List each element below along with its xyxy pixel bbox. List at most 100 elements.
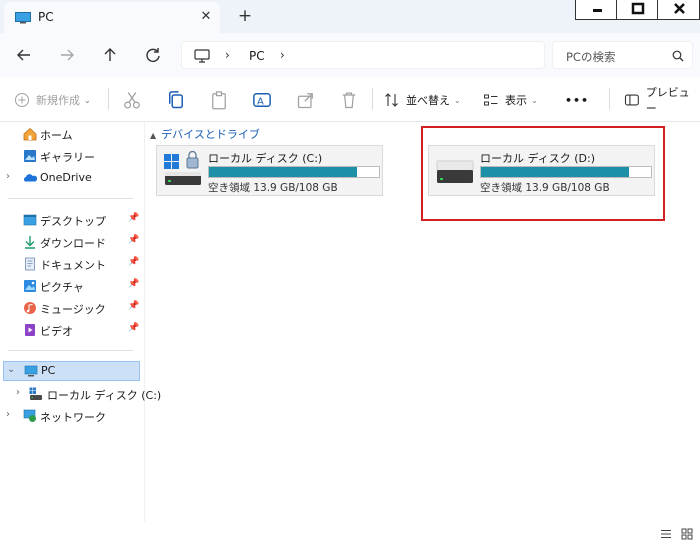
video-icon: [25, 324, 35, 336]
command-bar: 新規作成 ⌄ A 並べ替え ⌄ 表示 ⌄ ••• プレビュー: [0, 77, 700, 122]
sort-button[interactable]: 並べ替え ⌄: [384, 90, 461, 110]
rename-icon[interactable]: A: [252, 90, 272, 110]
chevron-down-icon: ⌄: [454, 95, 461, 105]
download-icon: [25, 236, 35, 249]
pc-icon: [24, 365, 38, 377]
nav-item-local-disk-c[interactable]: › ローカル ディスク (C:): [0, 384, 161, 404]
pin-icon[interactable]: 📌: [128, 279, 139, 289]
drive-tile-c[interactable]: ローカル ディスク (C:) 空き領域 13.9 GB/108 GB: [156, 145, 383, 196]
nav-label: デスクトップ: [40, 215, 106, 228]
title-bar: PC ✕ +: [0, 0, 700, 33]
divider: [108, 88, 109, 110]
nav-item-videos[interactable]: ビデオ 📌: [0, 320, 145, 340]
nav-item-home[interactable]: ホーム: [0, 124, 145, 144]
nav-label: ビデオ: [40, 325, 73, 338]
nav-item-music[interactable]: ミュージック 📌: [0, 298, 145, 318]
document-icon: [25, 257, 35, 271]
paste-icon[interactable]: [209, 90, 229, 110]
share-icon[interactable]: [296, 90, 316, 110]
maximize-icon: [631, 2, 645, 15]
view-list-icon: [484, 94, 498, 106]
breadcrumb-pc[interactable]: PC: [249, 49, 265, 63]
nav-item-pictures[interactable]: ピクチャ 📌: [0, 276, 145, 296]
chevron-right-icon[interactable]: ›: [6, 171, 10, 182]
drive-usage-fill: [209, 167, 357, 177]
close-icon: [674, 3, 685, 14]
forward-arrow-icon[interactable]: [56, 44, 78, 66]
close-tab-icon[interactable]: ✕: [197, 8, 215, 26]
new-tab-button[interactable]: +: [235, 6, 255, 26]
search-box[interactable]: PCの検索: [552, 41, 693, 69]
copy-icon[interactable]: [166, 90, 186, 110]
drive-name: ローカル ディスク (C:): [208, 152, 323, 165]
nav-item-desktop[interactable]: デスクトップ 📌: [0, 210, 145, 230]
svg-text:A: A: [257, 96, 264, 107]
cut-icon[interactable]: [122, 90, 142, 110]
group-title: デバイスとドライブ: [161, 128, 260, 141]
preview-pane-icon: [624, 94, 639, 106]
nav-item-pc[interactable]: ⌄ PC: [3, 361, 140, 381]
maximize-button[interactable]: [616, 0, 658, 20]
chevron-down-icon[interactable]: ⌄: [7, 364, 15, 375]
nav-divider: [8, 198, 133, 199]
nav-item-downloads[interactable]: ダウンロード 📌: [0, 232, 145, 252]
chevron-right-icon[interactable]: ›: [6, 409, 10, 420]
nav-label: ギャラリー: [40, 151, 95, 164]
chevron-right-icon[interactable]: ›: [16, 387, 20, 398]
nav-label: ドキュメント: [40, 259, 106, 272]
close-window-button[interactable]: [657, 0, 700, 20]
nav-label: PC: [41, 364, 56, 377]
address-bar[interactable]: › PC ›: [181, 41, 545, 69]
navigation-pane: ホーム ギャラリー › OneDrive デスクトップ 📌 ダウンロード 📌 ド…: [0, 122, 161, 522]
refresh-icon[interactable]: [142, 44, 164, 66]
monitor-icon: [194, 49, 210, 63]
chevron-right-icon[interactable]: ›: [225, 48, 230, 62]
pin-icon[interactable]: 📌: [128, 213, 139, 223]
nav-item-documents[interactable]: ドキュメント 📌: [0, 254, 145, 274]
details-view-icon[interactable]: [660, 528, 672, 540]
new-label: 新規作成: [36, 94, 80, 107]
system-drive-icon: [164, 151, 201, 185]
preview-button[interactable]: プレビュー: [624, 86, 700, 115]
more-icon: •••: [565, 93, 590, 107]
pin-icon[interactable]: 📌: [128, 301, 139, 311]
search-input[interactable]: PCの検索: [566, 49, 615, 65]
chevron-right-icon[interactable]: ›: [280, 48, 285, 62]
pin-icon[interactable]: 📌: [128, 235, 139, 245]
pin-icon[interactable]: 📌: [128, 323, 139, 333]
drive-free-space: 空き領域 13.9 GB/108 GB: [208, 182, 338, 194]
minimize-button[interactable]: [575, 0, 617, 20]
plus-circle-icon: [15, 93, 29, 107]
nav-label: ネットワーク: [40, 411, 106, 424]
back-arrow-icon[interactable]: [13, 44, 35, 66]
chevron-down-icon: ⌄: [84, 95, 91, 105]
network-icon: [23, 409, 36, 422]
view-button[interactable]: 表示 ⌄: [483, 90, 538, 110]
nav-label: ローカル ディスク (C:): [47, 389, 162, 402]
tab-pc[interactable]: PC ✕: [4, 2, 220, 33]
nav-item-gallery[interactable]: ギャラリー: [0, 146, 145, 166]
pin-icon[interactable]: 📌: [128, 257, 139, 267]
home-icon: [23, 127, 37, 141]
tiles-view-icon[interactable]: [681, 528, 693, 540]
sort-icon: [385, 93, 398, 107]
divider: [372, 88, 373, 110]
delete-icon[interactable]: [339, 90, 359, 110]
nav-divider: [8, 350, 133, 351]
group-header-devices[interactable]: ▲ デバイスとドライブ: [150, 126, 260, 142]
gallery-icon: [24, 150, 36, 162]
preview-label: プレビュー: [645, 86, 690, 115]
nav-item-network[interactable]: › ネットワーク: [0, 406, 145, 426]
view-label: 表示: [505, 94, 527, 107]
nav-item-onedrive[interactable]: › OneDrive: [0, 168, 145, 188]
more-options-button[interactable]: •••: [565, 90, 589, 110]
nav-label: ミュージック: [40, 303, 106, 316]
up-arrow-icon[interactable]: [99, 44, 121, 66]
file-explorer-window: PC ✕ + › PC › PCの検索 新規作成 ⌄ A 並べ替え ⌄ 表示 ⌄…: [0, 0, 700, 542]
nav-label: ホーム: [40, 129, 73, 142]
drive-icon: [29, 387, 42, 400]
highlight-box: [421, 126, 665, 221]
desktop-icon: [23, 214, 37, 226]
new-button[interactable]: 新規作成 ⌄: [14, 90, 91, 110]
chevron-up-icon[interactable]: ▲: [150, 131, 156, 140]
